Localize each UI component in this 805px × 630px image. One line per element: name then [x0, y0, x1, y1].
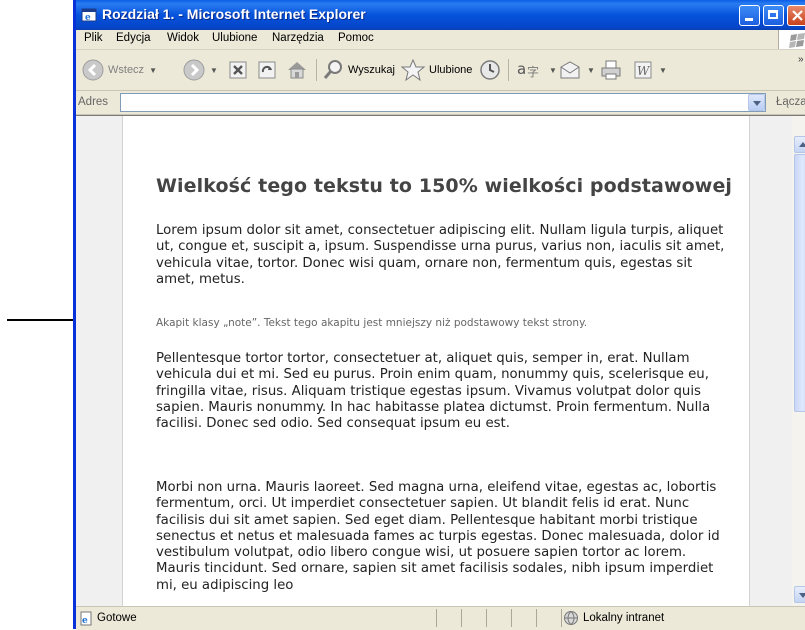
- links-label[interactable]: Łącza: [776, 96, 805, 108]
- window-title: Rozdział 1. - Microsoft Internet Explore…: [102, 6, 366, 22]
- minimize-button[interactable]: [739, 5, 760, 26]
- svg-text:W: W: [637, 64, 651, 78]
- encoding-button[interactable]: a 字 ▼: [516, 57, 557, 83]
- back-label: Wstecz: [108, 64, 145, 76]
- toolbar-separator: [508, 59, 509, 81]
- edit-dropdown-icon[interactable]: ▼: [659, 66, 667, 75]
- vertical-scrollbar[interactable]: [792, 115, 805, 606]
- encoding-icon: a 字: [517, 60, 539, 79]
- edit-button[interactable]: W ▼: [632, 57, 667, 83]
- forward-button[interactable]: ▼: [183, 57, 218, 83]
- status-pane: [461, 609, 486, 627]
- svg-text:e: e: [85, 13, 91, 23]
- print-icon: [601, 60, 621, 80]
- windows-flag-icon: [789, 33, 805, 48]
- status-pane: [536, 609, 561, 627]
- close-icon: [792, 10, 803, 21]
- toolbar-separator: [316, 59, 317, 81]
- address-dropdown-button[interactable]: [748, 94, 765, 111]
- search-label: Wyszukaj: [348, 64, 395, 76]
- menu-view[interactable]: Widok: [167, 32, 199, 44]
- favorites-button[interactable]: Ulubione: [401, 57, 472, 83]
- forward-dropdown-icon[interactable]: ▼: [210, 66, 218, 75]
- print-button[interactable]: [600, 57, 622, 83]
- stop-icon: [229, 61, 247, 79]
- menu-bar: Plik Edycja Widok Ulubione Narzędzia Pom…: [76, 30, 805, 50]
- page-viewport: Wielkość tego tekstu to 150% wielkości p…: [76, 115, 792, 606]
- paragraph-2: Pellentesque tortor tortor, consectetuer…: [156, 351, 711, 432]
- page-status-icon: e: [80, 611, 92, 626]
- address-input[interactable]: [120, 93, 766, 112]
- history-button[interactable]: [479, 57, 501, 83]
- status-bar: e Gotowe Lokalny intranet: [76, 606, 805, 630]
- status-pane: [511, 609, 536, 627]
- favorites-star-icon: [401, 59, 425, 81]
- scroll-down-button[interactable]: [794, 586, 805, 603]
- mail-dropdown-icon[interactable]: ▼: [587, 66, 595, 75]
- mail-button[interactable]: ▼: [558, 57, 595, 83]
- browser-window: e Rozdział 1. - Microsoft Internet Explo…: [73, 0, 805, 630]
- page-heading: Wielkość tego tekstu to 150% wielkości p…: [156, 175, 733, 197]
- svg-text:a: a: [517, 60, 526, 78]
- intranet-globe-icon: [564, 611, 578, 625]
- windows-logo: [778, 30, 805, 49]
- status-text: Gotowe: [97, 612, 137, 624]
- paragraph-1: Lorem ipsum dolor sit amet, consectetuer…: [156, 223, 725, 287]
- svg-text:e: e: [82, 616, 88, 626]
- page-sheet: Wielkość tego tekstu to 150% wielkości p…: [122, 116, 750, 606]
- menu-edit[interactable]: Edycja: [116, 32, 151, 44]
- zone-text: Lokalny intranet: [583, 612, 665, 624]
- paragraph-3: Morbi non urna. Mauris laoreet. Sed magn…: [156, 480, 720, 593]
- ie-window-icon: e: [81, 8, 97, 23]
- status-pane: [486, 609, 511, 627]
- address-bar: Adres Łącza: [76, 91, 805, 115]
- scroll-thumb[interactable]: [794, 154, 805, 412]
- mail-icon: [560, 61, 580, 79]
- history-icon: [480, 60, 500, 80]
- maximize-button[interactable]: [763, 5, 784, 26]
- menu-file[interactable]: Plik: [84, 32, 103, 44]
- menu-tools[interactable]: Narzędzia: [272, 32, 324, 44]
- toolbar-overflow-icon[interactable]: »: [798, 54, 804, 65]
- encoding-dropdown-icon[interactable]: ▼: [549, 66, 557, 75]
- forward-arrow-icon: [183, 59, 205, 81]
- home-button[interactable]: [286, 57, 308, 83]
- back-dropdown-icon[interactable]: ▼: [149, 66, 157, 75]
- stop-button[interactable]: [228, 57, 248, 83]
- standard-toolbar: Wstecz ▼ ▼ Wyszukaj Ulubione a 字 ▼ ▼ W ▼…: [76, 50, 805, 91]
- favorites-label: Ulubione: [429, 64, 473, 76]
- home-icon: [288, 62, 306, 79]
- note-paragraph: Akapit klasy „note”. Tekst tego akapitu …: [156, 317, 588, 329]
- address-label: Adres: [78, 96, 109, 108]
- title-bar[interactable]: e Rozdział 1. - Microsoft Internet Explo…: [76, 0, 805, 30]
- back-button[interactable]: Wstecz ▼: [82, 57, 157, 83]
- scroll-up-button[interactable]: [794, 136, 805, 153]
- search-icon: [323, 60, 342, 79]
- menu-favorites[interactable]: Ulubione: [212, 32, 257, 44]
- word-edit-icon: W: [634, 61, 652, 79]
- refresh-icon: [258, 61, 276, 79]
- search-button[interactable]: Wyszukaj: [322, 57, 395, 83]
- refresh-button[interactable]: [257, 57, 277, 83]
- svg-text:字: 字: [527, 64, 539, 79]
- close-button[interactable]: [787, 5, 805, 26]
- menu-help[interactable]: Pomoc: [338, 32, 374, 44]
- status-pane: [436, 609, 461, 627]
- back-arrow-icon: [82, 59, 104, 81]
